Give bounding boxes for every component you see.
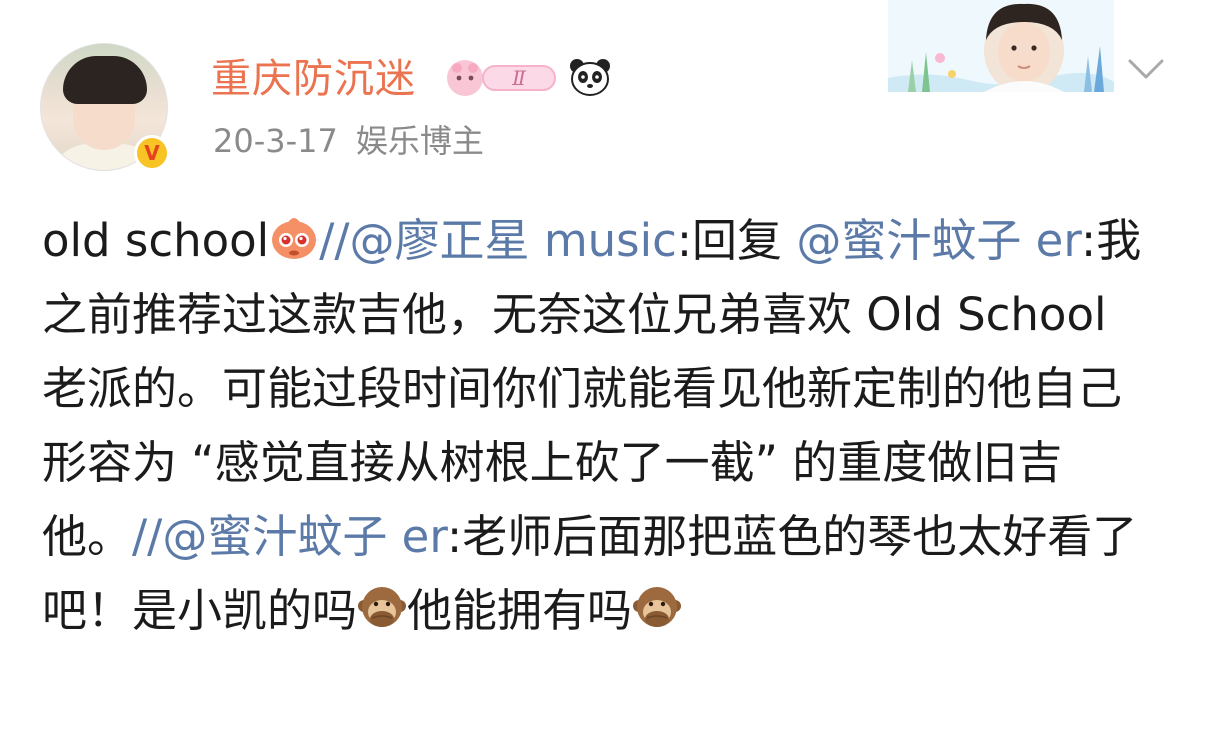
content-text-1: old school	[42, 214, 270, 267]
username[interactable]: 重庆防沉迷	[211, 56, 416, 102]
content-text-2: :回复	[676, 214, 797, 267]
cute-sparkle-emoji	[272, 218, 317, 259]
repost-separator: //	[319, 214, 350, 267]
post-meta: 20-3-17 娱乐博主	[213, 121, 484, 161]
post-tag: 娱乐博主	[355, 122, 484, 160]
level-badge-text: Ⅱ	[511, 66, 526, 90]
post-content: old school//@廖正星 music:回复 @蜜汁蚊子 er:我之前推荐…	[42, 204, 1162, 648]
content-text-5: 他能拥有吗	[407, 584, 633, 637]
post-date[interactable]: 20-3-17	[213, 122, 338, 160]
mention-link[interactable]: @廖正星 music	[350, 214, 677, 267]
fan-level-badge-icon[interactable]: Ⅱ	[445, 58, 559, 98]
verified-v-icon: V	[134, 135, 170, 171]
see-no-evil-monkey-emoji	[633, 587, 682, 627]
panda-icon	[570, 59, 610, 96]
repost-separator: //	[132, 510, 163, 563]
see-no-evil-monkey-emoji	[358, 587, 407, 627]
mention-link[interactable]: @蜜汁蚊子 er	[162, 510, 447, 563]
avatar[interactable]: V	[40, 43, 170, 171]
profile-card-decoration[interactable]	[888, 0, 1114, 92]
chevron-down-icon[interactable]	[1126, 54, 1166, 84]
mention-link[interactable]: @蜜汁蚊子 er	[796, 214, 1081, 267]
